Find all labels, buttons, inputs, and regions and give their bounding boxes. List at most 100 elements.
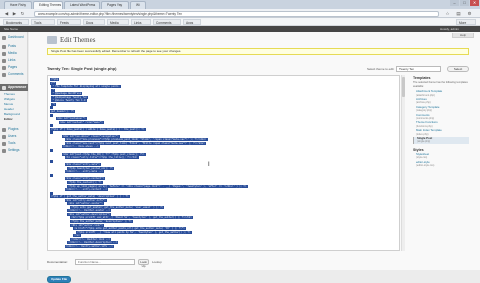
code-line: </div><!-- #nav-above --> (62, 145, 99, 149)
star-icon[interactable]: ☆ (444, 10, 451, 17)
browser-tab[interactable]: Pages Yay (101, 1, 129, 9)
code-line: <?php the_content(); ?> (68, 180, 102, 184)
menu-plugins[interactable]: Plugins (0, 126, 28, 133)
menu-pages[interactable]: Pages (0, 64, 28, 71)
documentation-label: Documentation: (47, 260, 69, 264)
bookmark-item[interactable]: Tools (31, 19, 55, 25)
browser-tab[interactable]: Latest WordPress (64, 1, 100, 9)
menu-users[interactable]: Users (0, 133, 28, 140)
browser-toolbar: ◀ ▶ ↻ www.example.com/wp-admin/theme-edi… (0, 9, 480, 18)
code-line: * The Template for displaying all single… (52, 85, 120, 89)
bookmark-item[interactable]: Media (107, 19, 129, 25)
code-line: <?php the_author_meta( 'description' ); … (71, 220, 132, 223)
menu-appearance[interactable]: Appearance (0, 84, 28, 91)
code-line: * @subpackage Twenty_Ten (52, 95, 87, 99)
links-icon (2, 58, 6, 63)
code-line: * @package WordPress (52, 92, 82, 96)
template-link[interactable]: Archives (archive.php) (413, 97, 469, 105)
menu-links[interactable]: Links (0, 57, 28, 64)
reload-icon[interactable]: ↻ (19, 10, 26, 17)
template-name: Theme Functions (416, 120, 438, 125)
back-icon[interactable]: ◀ (3, 10, 10, 17)
posts-icon (2, 44, 6, 49)
menu-label: Users (8, 134, 17, 138)
templates-list: Attachment Template (attachment.php) Archi… (413, 89, 469, 144)
template-link[interactable]: Main Index Template (index.php) (413, 129, 469, 136)
address-bar[interactable]: www.example.com/wp-admin/theme-editor.ph… (34, 10, 439, 17)
browser-tab[interactable]: Have Fishy (4, 1, 32, 9)
pages-icon (2, 65, 6, 70)
select-button[interactable]: Select (447, 66, 469, 72)
dashboard-icon (2, 35, 6, 40)
appearance-icon (2, 85, 6, 90)
wrench-icon[interactable]: ⚙ (466, 10, 473, 17)
stylesheet-link[interactable]: Stylesheet (style.css) (413, 151, 469, 160)
theme-select[interactable]: Twenty Ten (396, 66, 441, 72)
code-line: <?php wp_link_pages( array( 'before' => … (68, 184, 247, 188)
close-icon[interactable]: ✕ (470, 0, 479, 6)
menu-tools[interactable]: Tools (0, 140, 28, 147)
scroll-thumb[interactable] (402, 77, 405, 97)
code-line: <?php if ( get_the_author_meta( 'descrip… (51, 195, 129, 199)
update-file-button[interactable]: Update File (47, 276, 71, 283)
submenu-editor[interactable]: Editor (0, 117, 28, 122)
tools-icon (2, 141, 6, 146)
main-content: Help Edit Themes Single Post file has be… (29, 32, 480, 283)
help-tab[interactable]: Help (452, 33, 474, 38)
code-line: </div><!-- #author-description --> (68, 241, 118, 245)
styles-list: Stylesheet (style.css) editor-style (editor… (413, 151, 469, 168)
browser-tab-label: Editing Themes (39, 3, 62, 7)
template-name: Comments (416, 112, 430, 117)
stylesheet-name: editor-style (416, 159, 430, 164)
code-line: <div class="nav-previous"><?php previous… (65, 138, 207, 142)
code-line: <div id="nav-above" class="navigation"> (62, 134, 119, 138)
template-name: Category Template (416, 104, 440, 109)
text-cursor-icon: I (208, 162, 210, 168)
code-line: <div class="nav-next"><?php next_post_li… (65, 141, 205, 145)
appearance-page-icon (47, 36, 57, 44)
browser-tab-active[interactable]: Editing Themes (33, 1, 63, 9)
stylesheet-name: Stylesheet (416, 151, 430, 156)
code-line: <div class="entry-meta"> (65, 163, 100, 167)
code-line: <div id="author-avatar"> (68, 202, 103, 206)
lookup-hint: Lookup (152, 260, 162, 264)
browser-tab-label: Pages Yay (107, 3, 123, 7)
menu-label: Comments (8, 72, 24, 76)
code-selection-highlight (50, 131, 53, 135)
editor-scrollbar[interactable] (401, 75, 405, 251)
lookup-button[interactable]: Look Up (138, 259, 149, 268)
bookmarks-bar: Bookmarks Tools Feeds Docs Media Links C… (0, 18, 480, 26)
documentation-select[interactable]: Function Name... (75, 259, 135, 265)
template-link[interactable]: Attachment Template (attachment.php) (413, 89, 469, 97)
menu-posts[interactable]: Posts (0, 43, 28, 50)
forward-icon[interactable]: ▶ (11, 10, 18, 17)
menu-comments[interactable]: Comments (0, 71, 28, 78)
template-link[interactable]: Comments (comments.php) (413, 112, 469, 121)
menu-media[interactable]: Media (0, 50, 28, 57)
menu-dashboard[interactable]: Dashboard (0, 34, 28, 41)
template-link[interactable]: Category Template (category.php) (413, 104, 469, 113)
bookmark-item[interactable]: Bookmarks (3, 19, 29, 25)
maximize-icon[interactable]: □ (460, 0, 469, 6)
bookmark-item[interactable]: Feeds (57, 19, 81, 25)
bookmark-item[interactable]: Docs (83, 19, 105, 25)
code-selection-highlight (50, 113, 53, 117)
code-editor[interactable]: <?php/** * The Template for displaying al… (47, 75, 400, 251)
bookmark-item[interactable]: Apps (183, 19, 201, 25)
template-name: Main Index Template (416, 128, 442, 133)
bookmark-item[interactable]: Links (131, 19, 151, 25)
template-name: Attachment Template (416, 89, 443, 94)
browser-tab[interactable]: Wi (130, 1, 146, 9)
template-link[interactable]: Theme Functions (functions.php) (413, 121, 469, 128)
code-line: <?php (51, 78, 59, 81)
menu-settings[interactable]: Settings (0, 147, 28, 154)
template-link[interactable]: Single Post (single.php) (413, 136, 469, 144)
browser-tab-label: Latest WordPress (70, 3, 96, 7)
page-menu-icon[interactable]: ▤ (455, 10, 462, 17)
update-notice: Single Post file has been successfully e… (47, 48, 469, 55)
stylesheet-link[interactable]: editor-style (editor-style.css) (413, 159, 469, 168)
bookmark-item[interactable]: Comments (153, 19, 181, 25)
bookmark-item[interactable]: More (456, 19, 476, 25)
minimize-icon[interactable]: – (450, 0, 459, 6)
code-line: <?php printf( __( 'View all posts by %s'… (77, 230, 191, 234)
